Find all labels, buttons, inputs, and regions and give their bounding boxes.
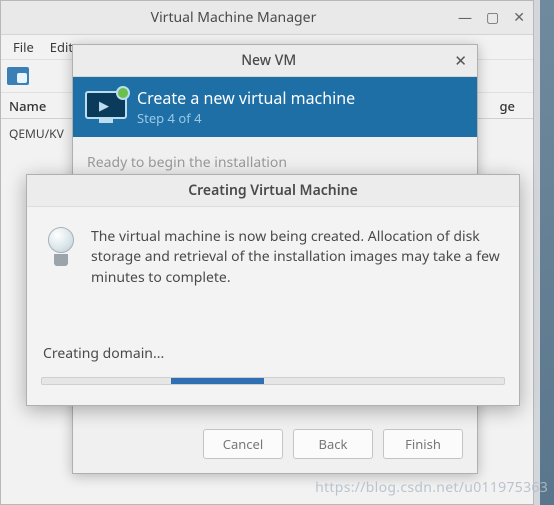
watermark: https://blog.csdn.net/u011975363 <box>315 478 548 497</box>
new-vm-banner: Create a new virtual machine Step 4 of 4 <box>73 77 477 137</box>
close-icon[interactable]: ✕ <box>454 51 467 71</box>
window-buttons: — ▢ ✕ <box>458 11 525 25</box>
banner-text: Create a new virtual machine Step 4 of 4 <box>137 87 355 127</box>
minimize-icon[interactable]: — <box>458 11 472 25</box>
lightbulb-icon <box>45 227 77 275</box>
maximize-icon[interactable]: ▢ <box>486 11 499 25</box>
monitor-icon <box>85 89 127 125</box>
progress-bar <box>41 377 505 385</box>
desktop-background-strip <box>540 0 554 505</box>
banner-title: Create a new virtual machine <box>137 87 355 109</box>
progress-title: Creating Virtual Machine <box>27 175 519 207</box>
back-button[interactable]: Back <box>293 429 373 459</box>
new-vm-buttons: Cancel Back Finish <box>203 429 463 459</box>
main-window-title: Virtual Machine Manager <box>9 8 458 27</box>
column-name[interactable]: Name <box>9 97 46 115</box>
banner-step: Step 4 of 4 <box>137 109 355 127</box>
progress-body: The virtual machine is now being created… <box>27 207 519 298</box>
new-vm-title: New VM <box>83 51 454 70</box>
cancel-button[interactable]: Cancel <box>203 429 283 459</box>
progress-dialog: Creating Virtual Machine The virtual mac… <box>26 174 520 406</box>
progress-bar-fill <box>171 378 263 384</box>
progress-status: Creating domain... <box>43 344 164 363</box>
progress-message: The virtual machine is now being created… <box>91 227 501 288</box>
new-vm-body: Ready to begin the installation <box>73 137 477 178</box>
menu-file[interactable]: File <box>7 36 40 58</box>
new-vm-icon[interactable] <box>7 67 29 85</box>
close-icon[interactable]: ✕ <box>513 11 525 25</box>
main-titlebar[interactable]: Virtual Machine Manager — ▢ ✕ <box>1 1 533 35</box>
column-usage[interactable]: ge <box>499 97 515 115</box>
new-vm-titlebar[interactable]: New VM ✕ <box>73 45 477 77</box>
finish-button[interactable]: Finish <box>383 429 463 459</box>
